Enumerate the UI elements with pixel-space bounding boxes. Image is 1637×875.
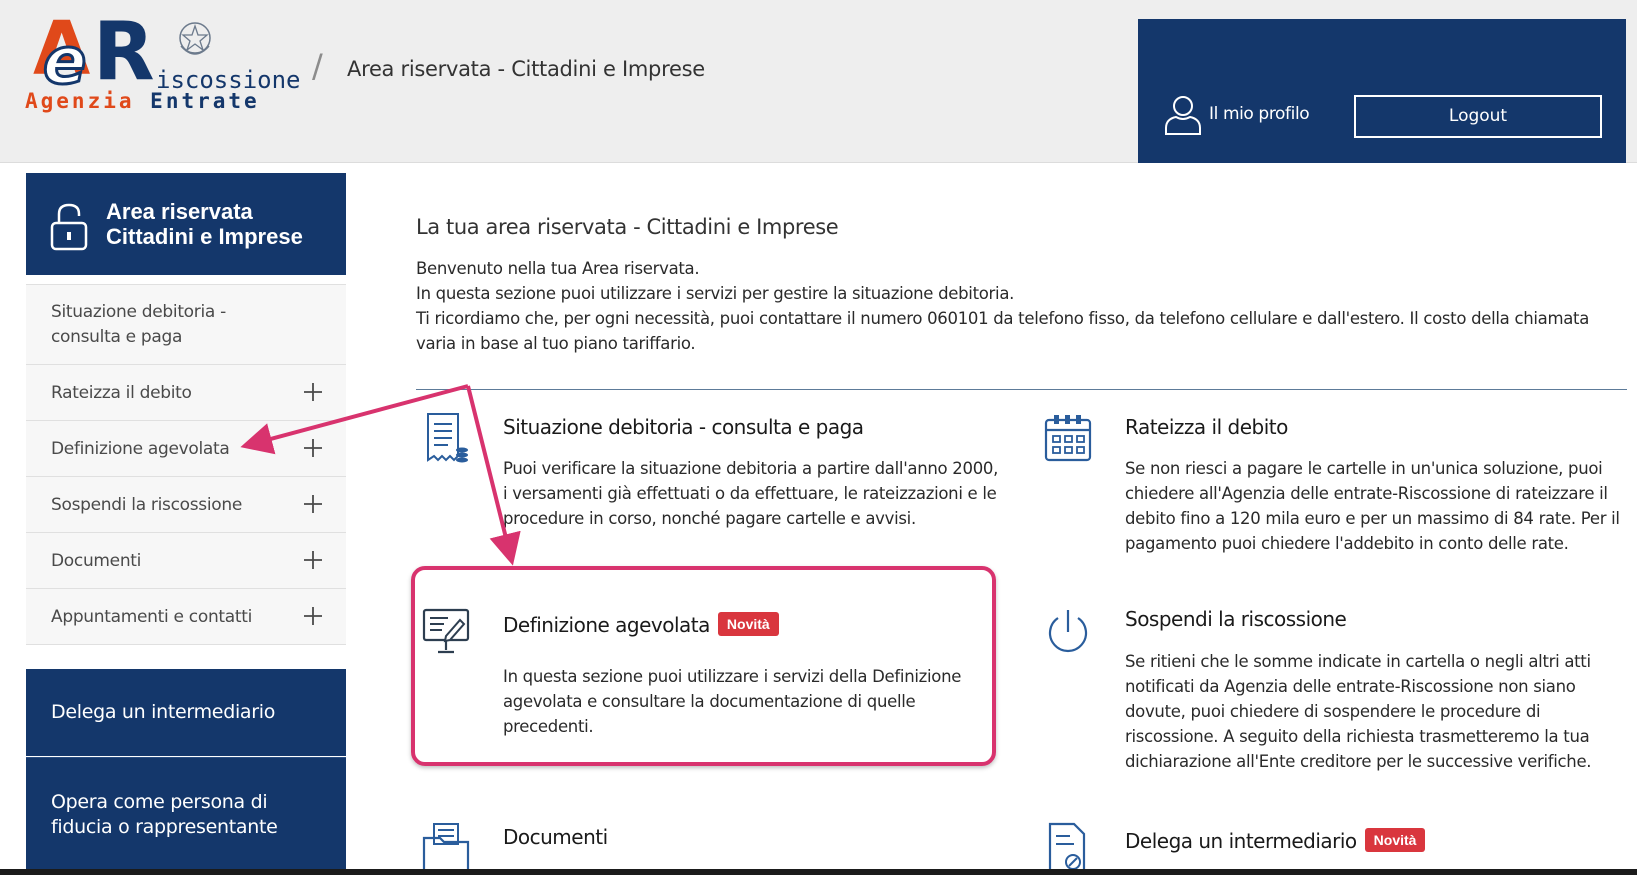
logout-button[interactable]: Logout bbox=[1354, 95, 1602, 138]
agenzia-entrate-riscossione-logo[interactable]: A e R iscossione Agenzia Entrate bbox=[25, 5, 301, 112]
sidebar-nav: Situazione debitoria - consulta e paga R… bbox=[26, 284, 346, 645]
card-rateizza-desc: Se non riesci a pagare le cartelle in un… bbox=[1125, 459, 1620, 553]
sidebar-item-situazione-debitoria[interactable]: Situazione debitoria - consulta e paga bbox=[26, 284, 346, 365]
plus-icon[interactable] bbox=[302, 381, 324, 403]
calendar-icon bbox=[1044, 415, 1092, 462]
highlight-annotation-box bbox=[411, 566, 996, 766]
sidebar-item-rateizza[interactable]: Rateizza il debito bbox=[26, 365, 346, 421]
italian-republic-emblem-icon bbox=[179, 22, 211, 55]
receipt-icon bbox=[427, 413, 468, 463]
logo-mark-e: e bbox=[41, 25, 87, 99]
page-title: La tua area riservata - Cittadini e Impr… bbox=[416, 215, 839, 239]
sidebar-item-definizione-agevolata[interactable]: Definizione agevolata bbox=[26, 421, 346, 477]
card-documenti-title[interactable]: Documenti bbox=[503, 824, 608, 850]
card-sospendi-title[interactable]: Sospendi la riscossione bbox=[1125, 606, 1347, 632]
plus-icon[interactable] bbox=[302, 437, 324, 459]
lock-open-icon bbox=[50, 203, 88, 251]
card-situazione-debitoria-desc: Puoi verificare la situazione debitoria … bbox=[503, 459, 999, 528]
document-stamp-icon bbox=[1048, 822, 1086, 874]
sidebar-title: Area riservata Cittadini e Imprese bbox=[106, 199, 336, 249]
plus-icon[interactable] bbox=[302, 605, 324, 627]
sidebar-item-label: Documenti bbox=[51, 551, 142, 571]
sidebar-title-line2: Cittadini e Imprese bbox=[106, 224, 303, 249]
intro-line: In questa sezione puoi utilizzare i serv… bbox=[416, 284, 1015, 303]
sidebar-item-label: Sospendi la riscossione bbox=[51, 495, 243, 515]
logo-mark-r: R bbox=[93, 5, 155, 98]
logo-entrate-word: Entrate bbox=[150, 89, 260, 113]
window-bottom-edge bbox=[0, 869, 1637, 875]
sidebar-item-appuntamenti[interactable]: Appuntamenti e contatti bbox=[26, 589, 346, 645]
logo-agenzia-word: Agenzia bbox=[25, 89, 135, 113]
sidebar-title-line1: Area riservata bbox=[106, 199, 253, 224]
sidebar-item-sospendi[interactable]: Sospendi la riscossione bbox=[26, 477, 346, 533]
card-rateizza-title[interactable]: Rateizza il debito bbox=[1125, 414, 1288, 440]
profile-link[interactable]: Il mio profilo bbox=[1209, 103, 1310, 125]
site-header: A e R iscossione Agenzia Entrate / Area … bbox=[0, 0, 1637, 163]
sidebar-item-label: Situazione debitoria - consulta e paga bbox=[51, 302, 226, 347]
plus-icon[interactable] bbox=[302, 549, 324, 571]
trusted-person-button[interactable]: Opera come persona di fiducia o rapprese… bbox=[26, 757, 346, 875]
intro-line: Benvenuto nella tua Area riservata. bbox=[416, 259, 700, 278]
logo-agenzia-text: Agenzia Entrate bbox=[25, 91, 260, 112]
sidebar-header: Area riservata Cittadini e Imprese bbox=[26, 173, 346, 275]
sidebar-item-documenti[interactable]: Documenti bbox=[26, 533, 346, 589]
user-panel: Il mio profilo Logout bbox=[1138, 19, 1626, 163]
page: A e R iscossione Agenzia Entrate / Area … bbox=[0, 0, 1637, 875]
power-icon bbox=[1048, 610, 1088, 653]
sidebar-item-label: Rateizza il debito bbox=[51, 383, 192, 403]
intro-line: Ti ricordiamo che, per ogni necessità, p… bbox=[416, 309, 1590, 353]
section-divider bbox=[416, 389, 1627, 390]
sidebar-item-label: Appuntamenti e contatti bbox=[51, 607, 253, 627]
card-sospendi-desc: Se ritieni che le somme indicate in cart… bbox=[1125, 652, 1592, 771]
plus-icon[interactable] bbox=[302, 493, 324, 515]
breadcrumb-separator: / bbox=[312, 47, 323, 85]
trusted-person-label: Opera come persona di fiducia o rapprese… bbox=[51, 791, 278, 838]
folder-documents-icon bbox=[422, 823, 470, 874]
card-title-text: Delega un intermediario bbox=[1125, 829, 1357, 853]
card-delega-title[interactable]: Delega un intermediario Novità bbox=[1125, 828, 1426, 854]
intro-text: Benvenuto nella tua Area riservata. In q… bbox=[416, 256, 1616, 356]
new-badge: Novità bbox=[1364, 828, 1426, 852]
breadcrumb-current: Area riservata - Cittadini e Imprese bbox=[347, 57, 705, 81]
user-icon[interactable] bbox=[1163, 92, 1203, 136]
sidebar-item-label: Definizione agevolata bbox=[51, 439, 230, 459]
card-situazione-debitoria-title[interactable]: Situazione debitoria - consulta e paga bbox=[503, 414, 864, 440]
delegate-intermediary-button[interactable]: Delega un intermediario bbox=[26, 669, 346, 756]
